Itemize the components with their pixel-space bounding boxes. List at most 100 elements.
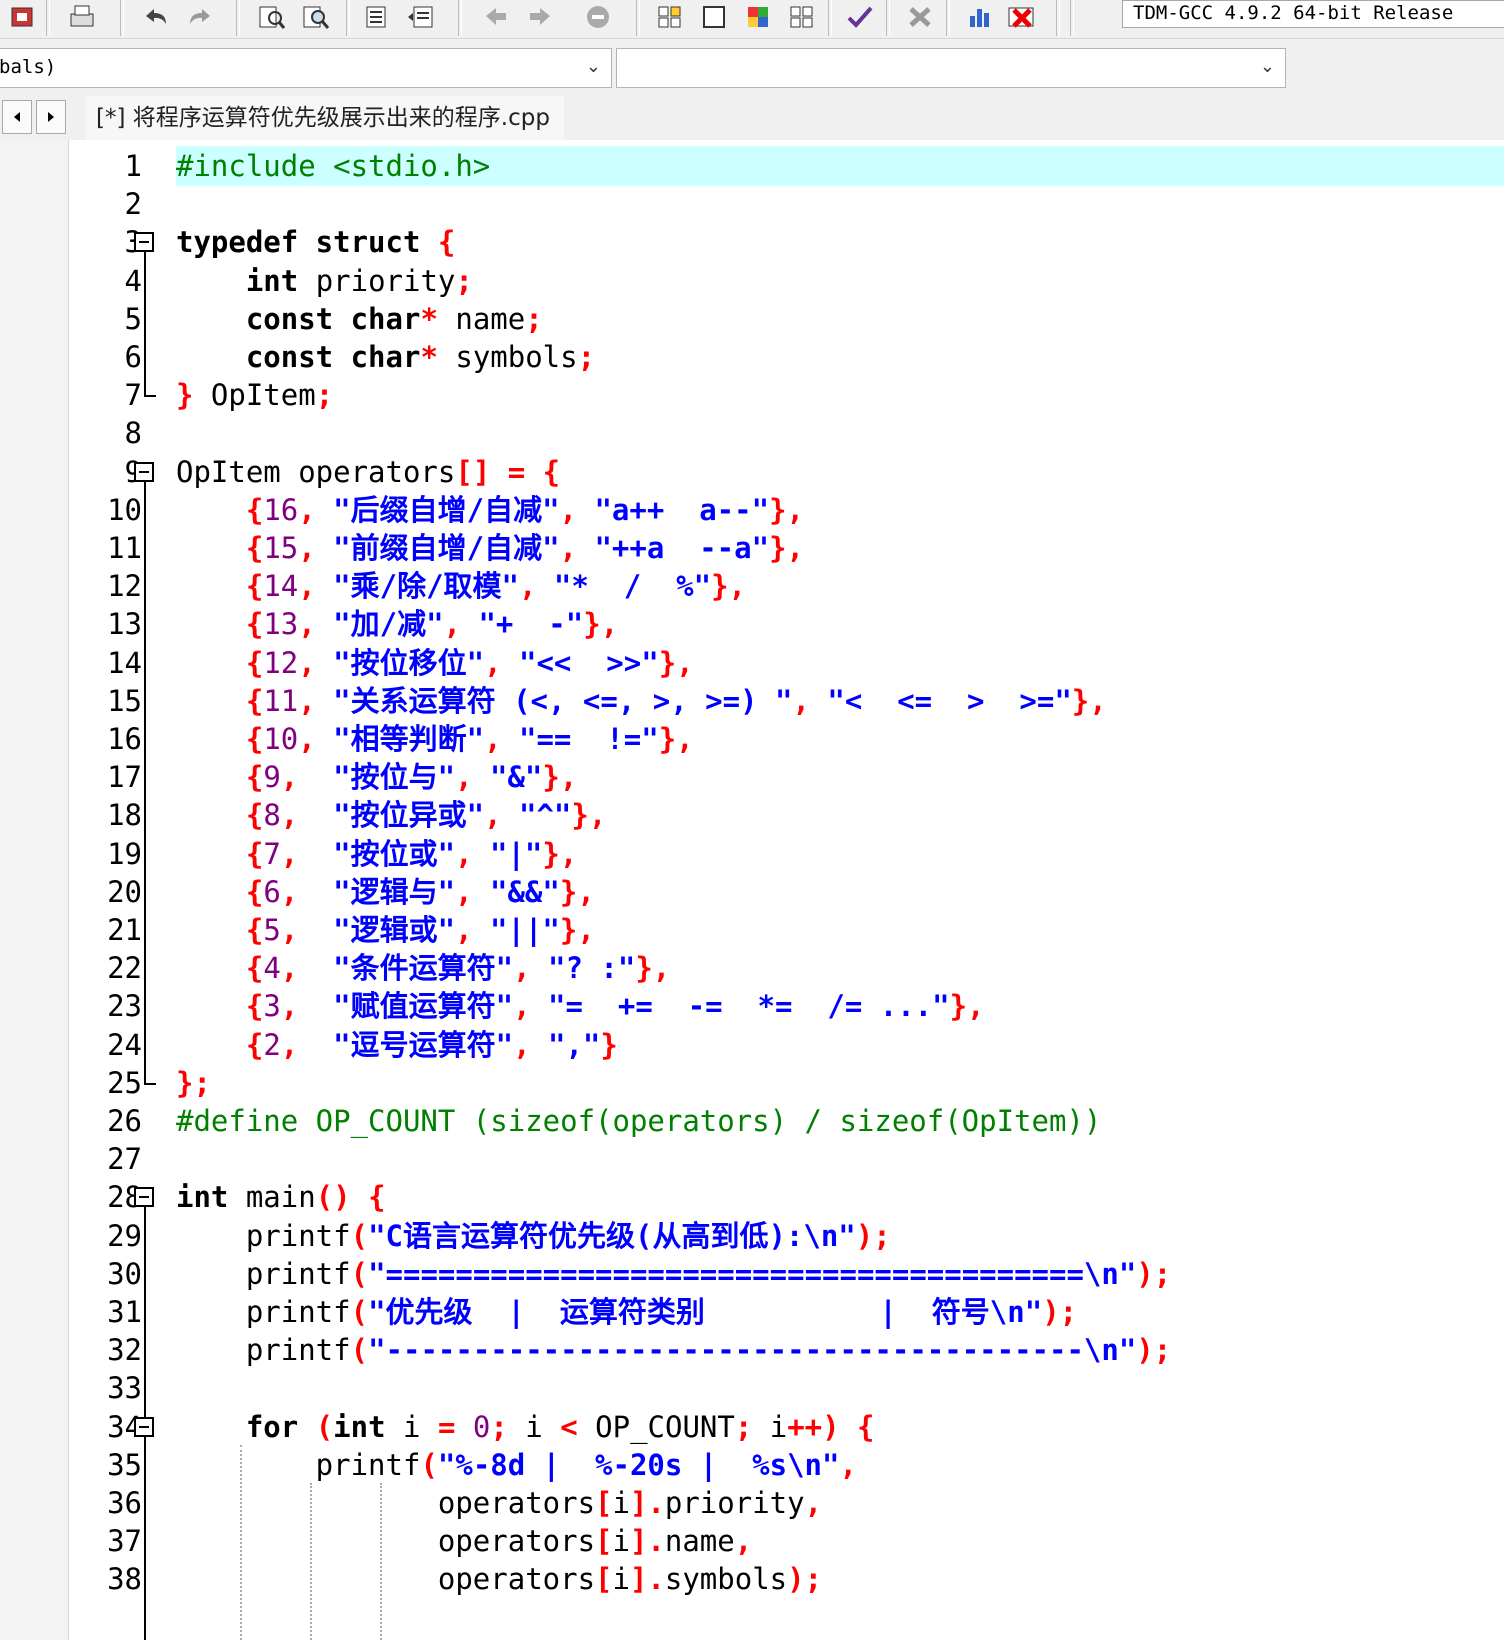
scope-bar: bals) ⌄ ⌄ [0,46,1504,94]
code-line[interactable]: {4, "条件运算符", "? :"}, [176,948,670,988]
code-line[interactable]: printf("%-8d | %-20s | %s\n", [176,1445,857,1485]
new-project-icon[interactable] [4,2,40,32]
code-line[interactable]: {13, "加/减", "+ -"}, [176,604,618,644]
stop-icon[interactable] [580,2,616,32]
code-line[interactable]: {11, "关系运算符 (<, <=, >, >=) ", "< <= > >=… [176,681,1107,721]
code-token: "< <= > >=" [827,683,1072,718]
close-x-icon[interactable] [902,2,938,32]
code-line[interactable]: printf("================================… [176,1254,1171,1294]
code-line[interactable]: {2, "逗号运算符", ","} [176,1025,618,1065]
code-line[interactable]: {10, "相等判断", "== !="}, [176,719,694,759]
code-token: , [455,913,491,947]
code-token: }, [571,798,607,833]
replace-icon[interactable] [298,2,334,32]
code-token: { [245,874,264,909]
code-line[interactable]: OpItem operators[] = { [176,452,560,492]
code-token: , [455,836,491,871]
code-line[interactable]: {12, "按位移位", "<< >>"}, [176,643,694,683]
code-line[interactable]: {14, "乘/除/取模", "* / %"}, [176,566,746,606]
code-line[interactable]: int priority; [176,261,473,301]
code-token: , [298,722,334,756]
code-line[interactable]: operators[i].name, [176,1521,752,1561]
redo-icon[interactable] [182,2,218,32]
code-token: "优先级 | 运算符类别 | 符号\n" [368,1295,1043,1329]
toolbar-separator [346,0,350,36]
color-grid-icon[interactable] [740,2,776,32]
code-line[interactable]: } OpItem; [176,375,333,415]
bookmark-back-icon[interactable] [478,2,514,32]
code-line[interactable]: {6, "逻辑与", "&&"}, [176,872,595,912]
code-line[interactable]: {15, "前缀自增/自减", "++a --a"}, [176,528,804,568]
code-token: i [612,1486,630,1520]
line-number: 16 [107,722,142,756]
code-token: ); [1136,1333,1172,1368]
code-line[interactable]: printf("C语言运算符优先级(从高到低):\n"); [176,1216,891,1256]
code-line[interactable]: }; [176,1063,211,1103]
code-line[interactable]: {3, "赋值运算符", "= += -= *= /= ..."}, [176,986,985,1026]
line-number: 30 [107,1256,142,1291]
code-token: * [420,340,438,374]
code-line[interactable]: const char* name; [176,299,543,339]
print-icon[interactable] [64,2,100,32]
code-line[interactable]: printf("优先级 | 运算符类别 | 符号\n"); [176,1292,1077,1332]
fold-toggle-icon[interactable] [134,1416,154,1437]
bookmark-forward-icon[interactable] [522,2,558,32]
code-line[interactable]: {16, "后缀自增/自减", "a++ a--"}, [176,490,804,530]
code-line[interactable]: operators[i].symbols); [176,1559,822,1599]
code-line[interactable]: typedef struct { [176,222,455,262]
code-token: 6 [263,874,281,909]
delete-red-icon[interactable] [1004,2,1040,32]
unindent-icon[interactable] [402,2,438,32]
code-token: priority [664,1486,805,1520]
fold-toggle-icon[interactable] [134,232,154,253]
class-scope-value: bals) [0,56,57,78]
code-token: const char [245,301,421,336]
code-line[interactable]: #include <stdio.h> [176,146,490,186]
tile-icon[interactable] [784,2,820,32]
code-token: , [298,683,334,718]
check-syntax-icon[interactable] [842,2,878,32]
code-line[interactable]: for (int i = 0; i < OP_COUNT; i++) { [176,1407,875,1447]
code-line[interactable]: operators[i].priority, [176,1483,822,1523]
compiler-select[interactable]: TDM-GCC 4.9.2 64-bit Release [1122,0,1504,28]
code-line[interactable]: {9, "按位与", "&"}, [176,757,577,797]
code-line[interactable]: {5, "逻辑或", "||"}, [176,910,595,950]
fold-toggle-icon[interactable] [134,461,154,482]
tab-source-file[interactable]: [*] 将程序运算符优先级展示出来的程序.cpp [86,96,564,140]
code-token: "= += -= *= /= ..." [548,989,950,1024]
code-token: , [804,1486,823,1520]
function-scope-combo[interactable]: ⌄ [616,48,1286,88]
code-token: } [176,378,194,413]
code-area[interactable]: #include <stdio.h> typedef struct { int p… [176,140,1504,1640]
code-token: symbols [437,340,578,374]
indent-icon[interactable] [358,2,394,32]
window-icon[interactable] [696,2,732,32]
find-icon[interactable] [254,2,290,32]
code-line[interactable]: int main() { [176,1177,386,1217]
undo-icon[interactable] [138,2,174,32]
code-line[interactable]: printf("--------------------------------… [176,1330,1171,1370]
code-token: ( [350,1256,369,1291]
class-scope-combo[interactable]: bals) ⌄ [0,48,612,88]
code-token: 16 [263,492,299,527]
chart-icon[interactable] [962,2,998,32]
code-line[interactable]: #define OP_COUNT (sizeof(operators) / si… [176,1101,1101,1141]
code-token: }, [949,989,985,1024]
code-token: const char [245,340,421,374]
code-editor[interactable]: 1234567891011121314151617181920212223242… [0,140,1504,1640]
fold-toggle-icon[interactable] [134,1187,154,1208]
code-token: , [280,760,334,795]
code-line[interactable]: const char* symbols; [176,337,595,377]
code-token: "按位移位" [333,645,485,680]
code-token: [] = { [455,454,561,489]
code-line[interactable]: {8, "按位异或", "^"}, [176,795,606,835]
new-class-icon[interactable] [652,2,688,32]
tab-scroll-left-button[interactable] [2,100,32,134]
code-line[interactable]: {7, "按位或", "|"}, [176,834,577,874]
line-number: 25 [107,1065,142,1100]
line-number: 37 [107,1524,142,1559]
tab-scroll-right-button[interactable] [36,100,66,134]
code-token: ]. [629,1524,665,1559]
